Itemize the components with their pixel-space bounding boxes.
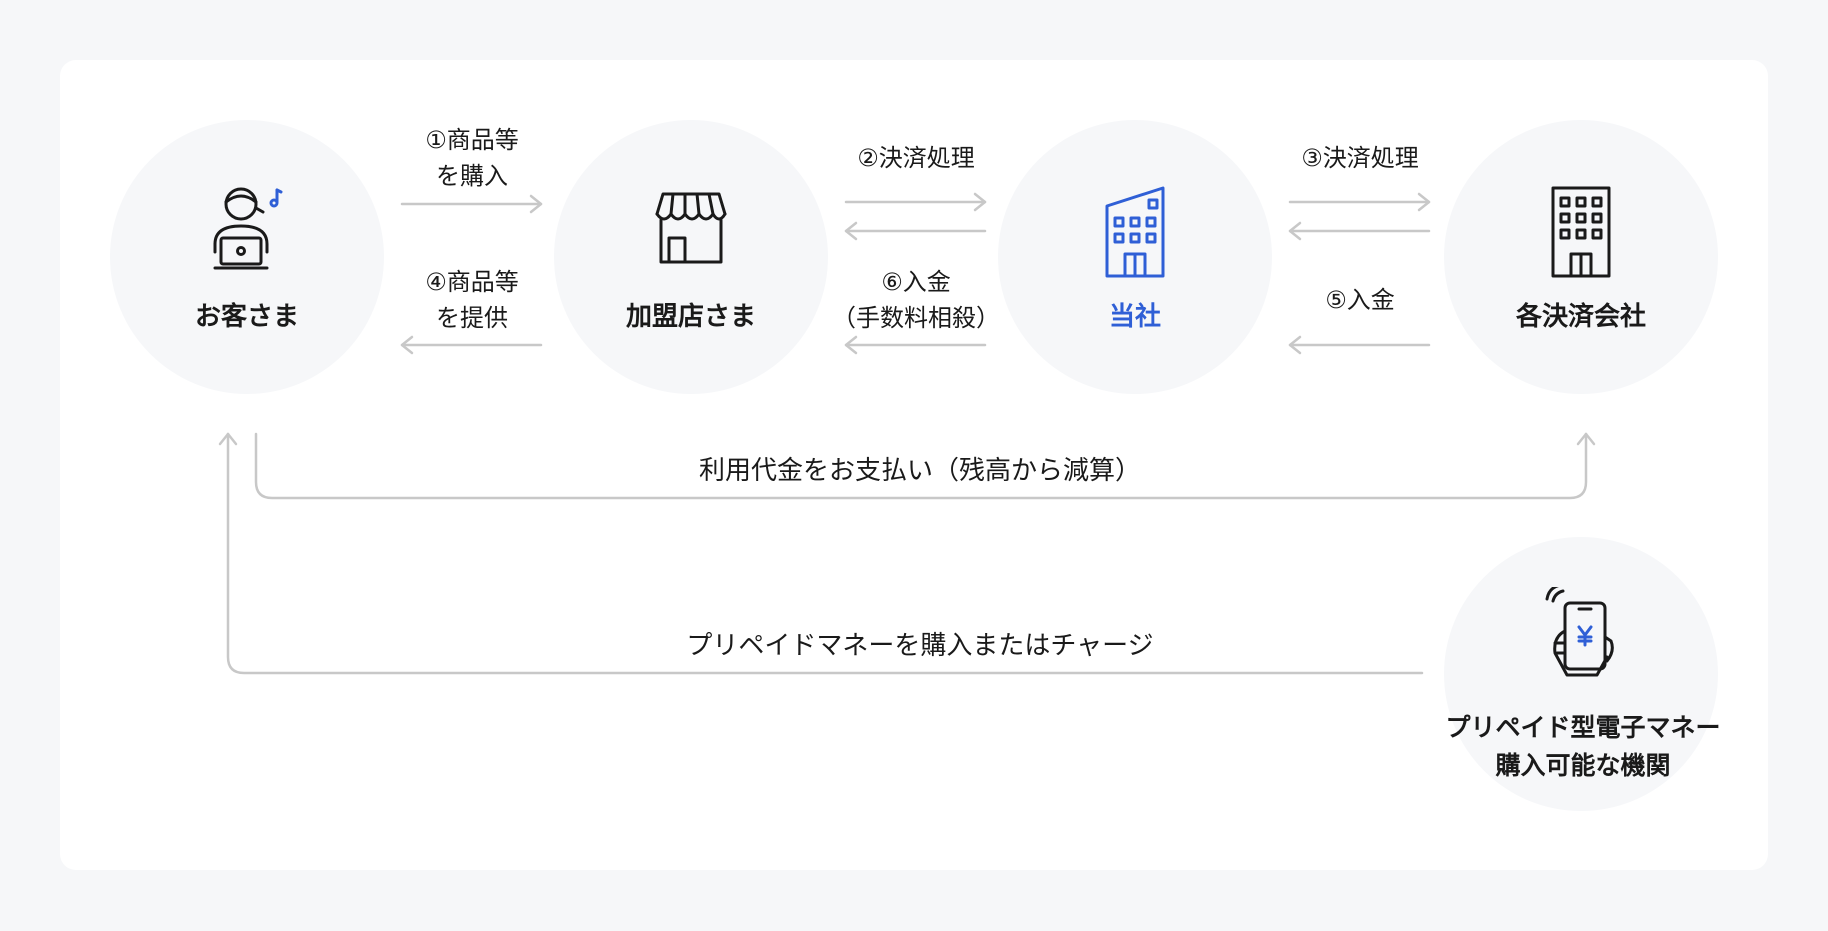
building-icon: [1551, 186, 1611, 278]
flow-label-prepaid-purchase: プリペイドマネーを購入またはチャージ: [686, 631, 1154, 661]
flow-label-step4: ④商品等 を提供: [425, 268, 519, 332]
flow-label-step6: ⑥入金 （手数料相殺）: [832, 268, 1000, 332]
node-company: 当社: [998, 120, 1272, 394]
node-label-payment-companies: 各決済会社: [1515, 302, 1646, 332]
node-label-merchant: 加盟店さま: [625, 302, 756, 332]
node-merchant: 加盟店さま: [554, 120, 828, 394]
storefront-icon: [655, 192, 727, 264]
arrow-step6: [844, 335, 987, 355]
office-building-icon: [1105, 186, 1165, 278]
flow-label-step5: ⑤入金: [1325, 286, 1395, 314]
node-label-prepaid-issuer: プリペイド型電子マネー 購入可能な機関: [1445, 713, 1721, 780]
flow-label-usage-payment: 利用代金をお支払い（残高から減算）: [698, 456, 1141, 486]
flow-label-step2: ②決済処理: [857, 144, 975, 172]
node-payment-companies: 各決済会社: [1444, 120, 1718, 394]
hand-holding-phone-yen-icon: [1545, 587, 1614, 677]
flow-label-step1: ①商品等 を購入: [425, 126, 519, 190]
arrow-step3: [1288, 192, 1431, 241]
arrow-step2: [844, 192, 987, 241]
node-label-company: 当社: [1108, 302, 1161, 332]
node-customer: お客さま: [110, 120, 384, 394]
arrow-step5: [1288, 335, 1431, 355]
person-with-laptop-icon: [213, 187, 283, 270]
arrow-step4: [400, 335, 543, 355]
flow-label-step3: ③決済処理: [1301, 144, 1419, 172]
node-label-customer: お客さま: [194, 302, 299, 332]
arrow-step1: [400, 194, 543, 214]
